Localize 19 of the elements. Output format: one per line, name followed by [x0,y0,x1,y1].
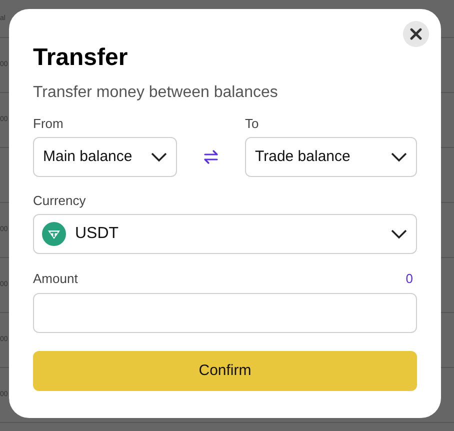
field-label: To [245,116,259,132]
currency-select[interactable]: USDT [33,214,417,254]
coin-icon [42,222,66,246]
chevron-down-icon [151,152,167,162]
dialog-subtitle: Transfer money between balances [33,83,279,103]
field-label: Amount [33,271,78,287]
swap-arrows-icon[interactable] [203,149,219,165]
dialog-title: Transfer [33,43,129,73]
chevron-down-icon [391,229,407,239]
from-select[interactable]: Main balance [33,137,177,177]
confirm-button[interactable]: Confirm [33,351,417,391]
field-label: Currency [33,193,86,209]
close-button[interactable] [403,21,429,47]
chevron-down-icon [391,152,407,162]
close-icon [410,28,422,40]
field-label: From [33,116,64,132]
to-select[interactable]: Trade balance [245,137,417,177]
amount-input[interactable] [33,293,417,333]
available-amount: 0 [406,271,413,287]
